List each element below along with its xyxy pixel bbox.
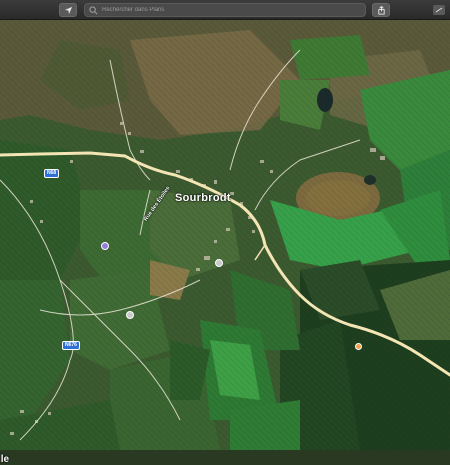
poi-marker[interactable] — [355, 343, 362, 350]
share-icon — [377, 5, 385, 15]
map-toolbar — [0, 0, 450, 20]
share-button[interactable] — [372, 3, 390, 17]
poi-marker[interactable] — [101, 242, 109, 250]
search-icon — [89, 5, 98, 15]
poi-marker[interactable] — [126, 311, 134, 319]
road-shield: N68 — [44, 169, 60, 178]
poi-marker[interactable] — [215, 259, 223, 267]
search-field[interactable] — [84, 3, 366, 17]
window-corner-button[interactable] — [430, 2, 448, 18]
map-imagery — [0, 20, 450, 450]
town-label: Sourbrodt — [175, 192, 231, 204]
search-input[interactable] — [98, 7, 365, 13]
partial-place-label: lle — [0, 454, 10, 465]
satellite-map[interactable]: Sourbrodt Rue des Étoiles lle N68 N676 — [0, 20, 450, 465]
window-corner-icon — [433, 5, 445, 15]
road-shield: N676 — [62, 341, 80, 350]
locate-button[interactable] — [59, 3, 77, 17]
location-arrow-icon — [64, 6, 72, 14]
